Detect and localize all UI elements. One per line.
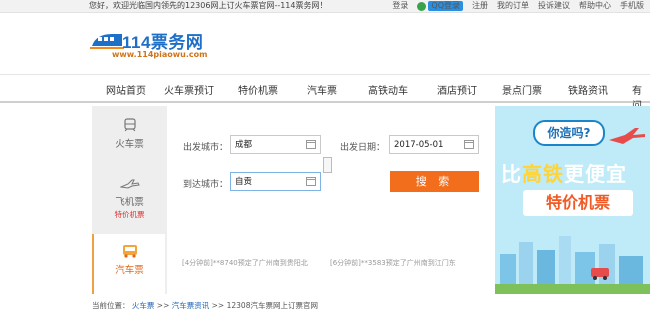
breadcrumb-link-train[interactable]: 火车票 (132, 301, 155, 310)
complaint-link[interactable]: 投诉建议 (538, 0, 570, 12)
from-city-value: 成都 (235, 140, 253, 150)
breadcrumb-label: 当前位置： (92, 301, 130, 310)
swap-cities-button[interactable] (323, 157, 332, 173)
date-label: 出发日期： (340, 143, 386, 153)
sidebar-item-label: 火车票 (115, 139, 144, 150)
departure-date-input[interactable]: 2017-05-01 (389, 135, 479, 154)
search-button[interactable]: 搜 索 (390, 171, 479, 192)
train-icon (123, 118, 136, 132)
bus-icon (122, 245, 137, 258)
departure-date-value: 2017-05-01 (394, 140, 444, 150)
sidebar-item-train[interactable]: 火车票 (92, 118, 167, 150)
promo-banner[interactable]: 你造吗? 比高铁更便宜 特价机票 (495, 106, 650, 294)
logo-url: www.114piaowu.com (112, 50, 208, 59)
qq-icon (417, 1, 427, 11)
nav-attractions[interactable]: 景点门票 (502, 82, 542, 97)
promo-headline: 比高铁更便宜 (501, 162, 627, 186)
from-city-input[interactable]: 成都 (230, 135, 321, 154)
breadcrumb-separator: >> (211, 301, 225, 310)
welcome-text: 您好，欢迎光临国内领先的12306网上订火车票官网--114票务网！ (89, 1, 328, 10)
mobile-link[interactable]: 手机版 (620, 0, 644, 12)
qq-login-label: QQ登录 (428, 1, 463, 11)
sidebar-item-flight[interactable]: 飞机票 特价机票 (92, 178, 167, 220)
sidebar-item-sublabel: 特价机票 (114, 210, 145, 219)
site-logo[interactable]: 114票务网 www.114piaowu.com (90, 24, 230, 64)
sidebar-item-label: 飞机票 (115, 197, 144, 208)
booking-ticker-item: [4分钟前]**8740预定了广州南到贵阳北 (182, 259, 308, 267)
city-picker-icon[interactable] (306, 177, 316, 186)
nav-high-speed-rail[interactable]: 高铁动车 (368, 82, 408, 97)
main-nav: 网站首页 火车票预订 特价机票 汽车票 高铁动车 酒店预订 景点门票 铁路资讯 … (0, 74, 650, 112)
nav-bus-tickets[interactable]: 汽车票 (307, 82, 337, 97)
sidebar-item-label: 汽车票 (115, 265, 144, 276)
city-skyline-illustration (495, 236, 650, 294)
ticket-type-sidebar: 火车票 飞机票 特价机票 汽车票 (92, 106, 167, 294)
breadcrumb-separator: >> (156, 301, 170, 310)
breadcrumb: 当前位置： 火车票 >> 汽车票资讯 >> 12308汽车票网上订票官网 (92, 300, 318, 311)
to-city-label: 到达城市： (183, 180, 229, 190)
nav-rail-news[interactable]: 铁路资讯 (568, 82, 608, 97)
top-links: 登录 QQ登录 注册 我的订单 投诉建议 帮助中心 手机版 (392, 0, 644, 12)
login-link[interactable]: 登录 (392, 0, 408, 12)
breadcrumb-link-bus-news[interactable]: 汽车票资讯 (172, 301, 210, 310)
booking-ticker-item: [6分钟前]**3583预定了广州南到江门东 (330, 259, 456, 267)
top-bar: 您好，欢迎光临国内领先的12306网上订火车票官网--114票务网！ 登录 QQ… (0, 0, 650, 13)
to-city-input[interactable]: 自贡 (230, 172, 321, 191)
plane-decoration-icon (609, 128, 645, 144)
nav-home[interactable]: 网站首页 (106, 82, 146, 97)
nav-hotels[interactable]: 酒店预订 (437, 82, 477, 97)
train-logo-icon (90, 34, 124, 49)
promo-subheadline: 特价机票 (523, 190, 633, 216)
qq-login-link[interactable]: QQ登录 (417, 1, 463, 11)
my-orders-link[interactable]: 我的订单 (497, 0, 529, 12)
breadcrumb-current: 12308汽车票网上订票官网 (226, 301, 318, 310)
city-picker-icon[interactable] (306, 140, 316, 149)
sidebar-item-bus[interactable]: 汽车票 (92, 234, 165, 294)
to-city-value: 自贡 (235, 177, 253, 187)
register-link[interactable]: 注册 (472, 0, 488, 12)
calendar-icon[interactable] (464, 140, 474, 149)
from-city-label: 出发城市： (183, 143, 229, 153)
help-center-link[interactable]: 帮助中心 (579, 0, 611, 12)
nav-cheap-flights[interactable]: 特价机票 (238, 82, 278, 97)
plane-icon (119, 179, 140, 189)
nav-train-tickets[interactable]: 火车票预订 (164, 82, 214, 97)
promo-bubble: 你造吗? (533, 120, 605, 146)
